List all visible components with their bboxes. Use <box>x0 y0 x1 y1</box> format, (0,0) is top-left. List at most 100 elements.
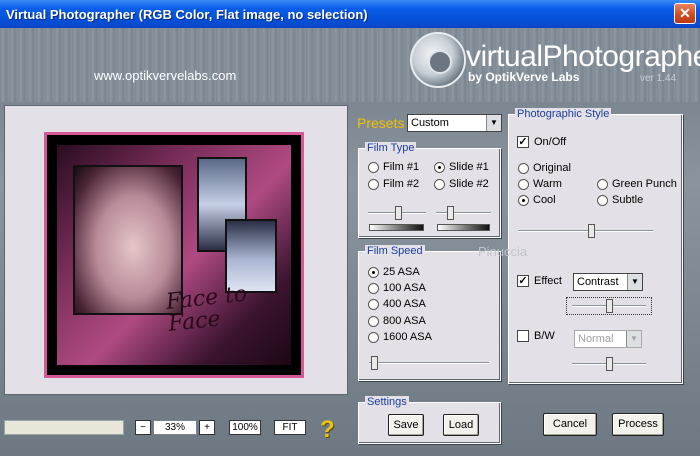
settings-group: Settings <box>358 396 501 444</box>
style-green-punch-radio[interactable]: Green Punch <box>597 178 677 190</box>
zoom-100-button[interactable]: 100% <box>229 420 261 435</box>
tone-gradient-left <box>369 224 424 231</box>
bw-dropdown[interactable]: Normal ▼ <box>574 330 642 348</box>
title-bar: Virtual Photographer (RGB Color, Flat im… <box>0 0 700 28</box>
close-button[interactable]: ✕ <box>674 3 696 24</box>
website-url: www.optikvervelabs.com <box>94 68 237 83</box>
radio-label: Cool <box>533 194 556 206</box>
radio-label: Subtle <box>612 194 644 206</box>
slider-thumb[interactable] <box>588 224 595 238</box>
asa-800-radio[interactable]: 800 ASA <box>368 315 426 327</box>
checkbox-box <box>517 330 529 342</box>
checkbox-label: Effect <box>534 275 562 287</box>
radio-label: Film #1 <box>383 161 420 173</box>
chevron-down-icon: ▼ <box>486 115 501 131</box>
presets-dropdown[interactable]: Custom ▼ <box>407 114 502 132</box>
radio-label: 25 ASA <box>383 266 420 278</box>
radio-dot <box>368 161 379 173</box>
bw-selected: Normal <box>578 333 614 345</box>
asa-100-radio[interactable]: 100 ASA <box>368 282 426 294</box>
slide-1-radio[interactable]: Slide #1 <box>434 161 489 173</box>
slider-thumb[interactable] <box>371 356 378 370</box>
save-button[interactable]: Save <box>388 414 424 436</box>
radio-label: 1600 ASA <box>383 331 432 343</box>
radio-dot <box>368 331 379 343</box>
chevron-down-icon: ▼ <box>627 274 642 290</box>
radio-label: Film #2 <box>383 178 420 190</box>
radio-dot <box>368 266 379 278</box>
film-type-title: Film Type <box>365 142 417 154</box>
radio-dot <box>434 178 445 190</box>
radio-label: Slide #2 <box>449 178 489 190</box>
app-window: Virtual Photographer (RGB Color, Flat im… <box>0 0 700 456</box>
radio-label: 400 ASA <box>383 298 426 310</box>
radio-label: 800 ASA <box>383 315 426 327</box>
checkbox-label: B/W <box>534 330 555 342</box>
radio-label: Original <box>533 162 571 174</box>
radio-dot <box>518 194 529 206</box>
film-speed-title: Film Speed <box>365 245 425 257</box>
slider-thumb[interactable] <box>606 299 613 313</box>
effect-dropdown[interactable]: Contrast ▼ <box>573 273 643 291</box>
style-strength-slider[interactable] <box>518 224 653 238</box>
radio-label: 100 ASA <box>383 282 426 294</box>
preview-image[interactable]: Face to Face <box>44 132 304 378</box>
film-type-slider-right[interactable] <box>436 206 491 220</box>
help-icon[interactable]: ? <box>320 416 335 444</box>
asa-1600-radio[interactable]: 1600 ASA <box>368 331 432 343</box>
slider-thumb[interactable] <box>606 357 613 371</box>
logo-subtitle: by OptikVerve Labs <box>468 70 580 84</box>
asa-25-radio[interactable]: 25 ASA <box>368 266 420 278</box>
style-onoff-checkbox[interactable]: ✓ On/Off <box>517 136 566 148</box>
checkbox-box: ✓ <box>517 136 529 148</box>
radio-dot <box>597 178 608 190</box>
film-speed-slider[interactable] <box>369 356 489 370</box>
effect-slider[interactable] <box>572 299 646 313</box>
photographic-style-title: Photographic Style <box>515 108 612 120</box>
version-label: ver 1.44 <box>640 73 677 84</box>
radio-label: Green Punch <box>612 178 677 190</box>
bw-checkbox[interactable]: B/W <box>517 330 555 342</box>
logo-icon <box>410 32 466 88</box>
film-1-radio[interactable]: Film #1 <box>368 161 419 173</box>
logo-title-b: Photographer <box>542 40 700 73</box>
zoom-out-button[interactable]: − <box>135 420 151 435</box>
slider-track <box>436 212 491 214</box>
checkbox-box: ✓ <box>517 275 529 287</box>
logo-title-a: virtual <box>466 40 543 73</box>
radio-dot <box>368 282 379 294</box>
logo-title: virtualPhotographer <box>466 40 700 74</box>
radio-dot <box>518 178 529 190</box>
slider-thumb[interactable] <box>447 206 454 220</box>
slider-thumb[interactable] <box>395 206 402 220</box>
slider-track <box>518 230 653 232</box>
style-original-radio[interactable]: Original <box>518 162 571 174</box>
settings-title: Settings <box>365 396 409 408</box>
style-subtle-radio[interactable]: Subtle <box>597 194 643 206</box>
radio-dot <box>434 161 445 173</box>
effect-checkbox[interactable]: ✓ Effect <box>517 275 562 287</box>
cancel-button[interactable]: Cancel <box>543 413 597 436</box>
film-2-radio[interactable]: Film #2 <box>368 178 419 190</box>
style-warm-radio[interactable]: Warm <box>518 178 562 190</box>
zoom-in-button[interactable]: + <box>199 420 215 435</box>
radio-dot <box>597 194 608 206</box>
bw-slider[interactable] <box>572 357 646 371</box>
film-type-slider-left[interactable] <box>368 206 426 220</box>
radio-dot <box>368 315 379 327</box>
asa-400-radio[interactable]: 400 ASA <box>368 298 426 310</box>
zoom-fit-button[interactable]: FIT <box>274 420 306 435</box>
load-button[interactable]: Load <box>443 414 479 436</box>
slide-2-radio[interactable]: Slide #2 <box>434 178 489 190</box>
watermark-text: Pinuccia <box>478 244 528 259</box>
style-cool-radio[interactable]: Cool <box>518 194 556 206</box>
chevron-down-icon: ▼ <box>626 331 641 347</box>
presets-label: Presets <box>357 115 405 131</box>
slider-track <box>369 362 489 364</box>
progress-bar <box>4 420 124 435</box>
presets-selected: Custom <box>411 117 449 129</box>
process-button[interactable]: Process <box>612 413 664 436</box>
checkbox-label: On/Off <box>534 136 567 148</box>
tone-gradient-right <box>437 224 490 231</box>
radio-label: Slide #1 <box>449 161 489 173</box>
